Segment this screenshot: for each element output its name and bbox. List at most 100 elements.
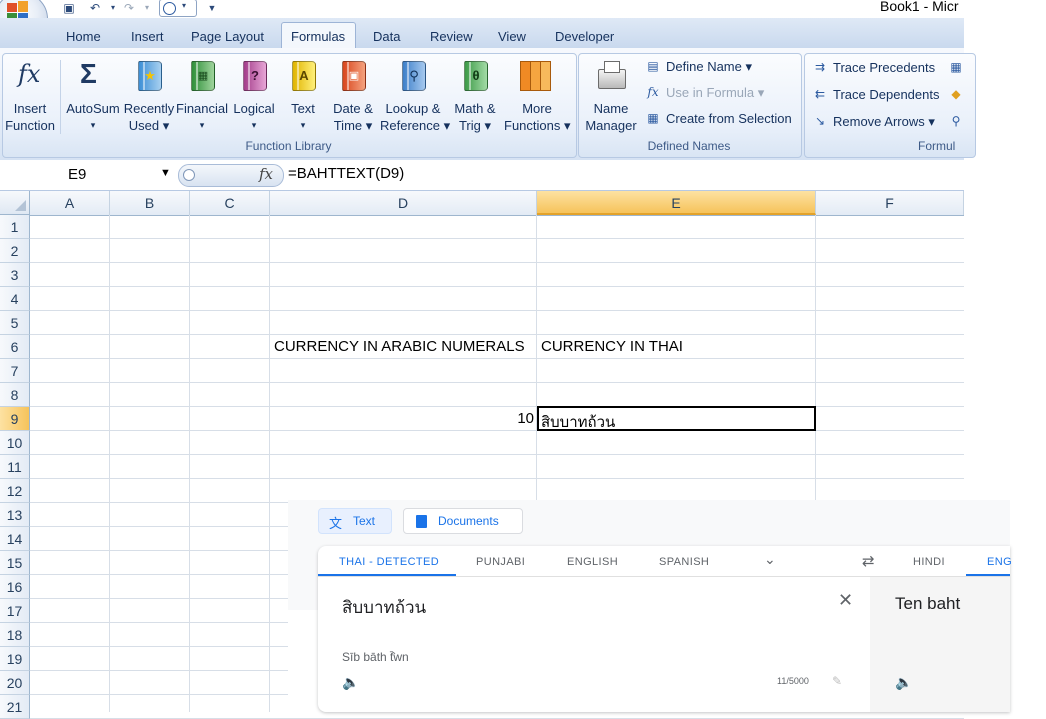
tab-formulas[interactable]: Formulas [291, 29, 345, 44]
tab-home[interactable]: Home [66, 29, 101, 44]
lookup-reference-label: Lookup & [385, 101, 441, 116]
insert-function-button[interactable]: fx Insert Function [4, 58, 56, 136]
math-trig-button[interactable]: θ Math & Trig ▾ [446, 58, 504, 136]
show-formulas-icon[interactable]: ▦ [948, 60, 964, 74]
column-header-a[interactable]: A [30, 191, 110, 215]
financial-button[interactable]: ▦ Financial ▾ [176, 58, 228, 136]
define-name-button[interactable]: Define Name ▾ [666, 59, 752, 75]
chevron-down-icon[interactable]: ▼ [160, 167, 171, 179]
name-manager-icon [596, 61, 626, 89]
source-lang-punjabi[interactable]: PUNJABI [476, 556, 525, 568]
row-header[interactable]: 18 [0, 623, 30, 647]
row-header[interactable]: 12 [0, 479, 30, 503]
chevron-down-icon[interactable]: ⌄ [764, 551, 776, 568]
math-trig-label: Math & [454, 101, 496, 116]
create-from-selection-button[interactable]: Create from Selection [666, 111, 792, 126]
select-all-triangle-icon [15, 200, 26, 211]
row-header[interactable]: 20 [0, 671, 30, 695]
name-box[interactable]: E9 ▼ [0, 163, 178, 185]
logical-button[interactable]: ? Logical ▾ [228, 58, 280, 136]
tab-view[interactable]: View [498, 29, 526, 44]
save-icon[interactable]: ▣ [62, 1, 76, 15]
column-header-d[interactable]: D [270, 191, 537, 215]
row-header[interactable]: 13 [0, 503, 30, 527]
autosum-button[interactable]: Σ AutoSum ▾ [64, 58, 122, 136]
column-header-e[interactable]: E [537, 191, 816, 215]
character-count: 11/5000 [777, 676, 809, 686]
cell-d6[interactable]: CURRENCY IN ARABIC NUMERALS [274, 338, 525, 355]
row-header[interactable]: 16 [0, 575, 30, 599]
target-lang-hindi[interactable]: HINDI [913, 556, 945, 568]
row-header[interactable]: 15 [0, 551, 30, 575]
text-mode-button[interactable]: 文 Text [318, 508, 392, 534]
tab-page-layout[interactable]: Page Layout [191, 29, 264, 44]
more-functions-button[interactable]: More Functions ▾ [504, 58, 571, 136]
row-header[interactable]: 21 [0, 695, 30, 719]
trace-dependents-button[interactable]: Trace Dependents [833, 87, 939, 102]
lookup-reference-label-2: Reference ▾ [380, 118, 451, 133]
row-header[interactable]: 17 [0, 599, 30, 623]
row-header[interactable]: 9 [0, 407, 30, 431]
clear-text-icon[interactable]: ✕ [838, 590, 853, 611]
lookup-reference-button[interactable]: ⚲ Lookup & Reference ▾ [380, 58, 451, 136]
active-cell-e9[interactable]: สิบบาทถ้วน [537, 406, 816, 431]
row-header[interactable]: 1 [0, 215, 30, 239]
error-checking-icon[interactable]: ◆ [948, 87, 964, 101]
name-manager-button[interactable]: Name Manager [582, 58, 640, 136]
tab-insert[interactable]: Insert [131, 29, 164, 44]
formula-input[interactable]: =BAHTTEXT(D9) [288, 165, 404, 182]
row-header[interactable]: 7 [0, 359, 30, 383]
column-header-b[interactable]: B [110, 191, 190, 215]
row-header[interactable]: 11 [0, 455, 30, 479]
row-header[interactable]: 5 [0, 311, 30, 335]
trace-precedents-icon: ⇉ [814, 60, 826, 74]
column-header-f[interactable]: F [816, 191, 964, 215]
text-button[interactable]: A Text ▾ [280, 58, 326, 136]
target-lang-english[interactable]: ENG [987, 556, 1012, 568]
row-header[interactable]: 2 [0, 239, 30, 263]
sigma-icon: Σ [80, 58, 97, 89]
listen-source-icon[interactable]: 🔈 [342, 674, 359, 691]
source-lang-thai[interactable]: THAI - DETECTED [339, 556, 439, 568]
source-lang-spanish[interactable]: SPANISH [659, 556, 709, 568]
financial-dropdown: ▾ [199, 120, 205, 130]
recently-used-label-2: Used ▾ [128, 118, 170, 133]
insert-function-label-1: Insert [13, 101, 47, 116]
use-in-formula-button[interactable]: Use in Formula ▾ [666, 85, 764, 101]
customize-qat-icon[interactable]: ▼ [205, 1, 219, 15]
row-header[interactable]: 19 [0, 647, 30, 671]
remove-arrows-button[interactable]: Remove Arrows ▾ [833, 114, 935, 130]
source-text[interactable]: สิบบาทถ้วน [342, 594, 426, 621]
evaluate-formula-icon[interactable]: ⚲ [948, 114, 964, 128]
row-header[interactable]: 6 [0, 335, 30, 359]
cell-d9[interactable]: 10 [270, 410, 534, 427]
chevron-down-icon[interactable]: ▾ [106, 1, 120, 15]
row-header[interactable]: 8 [0, 383, 30, 407]
row-header[interactable]: 3 [0, 263, 30, 287]
source-lang-english[interactable]: ENGLISH [567, 556, 618, 568]
swap-languages-icon[interactable]: ⇄ [862, 552, 875, 570]
trace-precedents-button[interactable]: Trace Precedents [833, 60, 935, 75]
resize-handle-icon[interactable] [183, 169, 195, 181]
tab-review[interactable]: Review [430, 29, 473, 44]
recently-used-button[interactable]: ★ Recently Used ▾ [122, 58, 176, 136]
documents-mode-button[interactable]: Documents [403, 508, 523, 534]
undo-icon[interactable]: ↶ [88, 1, 102, 15]
insert-function-icon: fx [18, 60, 41, 88]
tab-developer[interactable]: Developer [555, 29, 614, 44]
row-header[interactable]: 4 [0, 287, 30, 311]
date-time-button[interactable]: ▣ Date & Time ▾ [326, 58, 380, 136]
chevron-down-icon[interactable]: ▾ [140, 1, 154, 15]
row-header[interactable]: 14 [0, 527, 30, 551]
insert-function-fx-icon[interactable]: fx [259, 165, 273, 183]
select-all-button[interactable] [0, 191, 30, 215]
cell-e6[interactable]: CURRENCY IN THAI [541, 338, 683, 355]
redo-icon[interactable]: ↷ [122, 1, 136, 15]
listen-translation-icon[interactable]: 🔈 [895, 674, 912, 691]
name-manager-label-2: Manager [585, 118, 637, 133]
row-gridline [30, 310, 964, 311]
column-header-c[interactable]: C [190, 191, 270, 215]
tab-data[interactable]: Data [373, 29, 400, 44]
qat-dropdown-box[interactable]: ▾ [159, 0, 197, 17]
row-header[interactable]: 10 [0, 431, 30, 455]
